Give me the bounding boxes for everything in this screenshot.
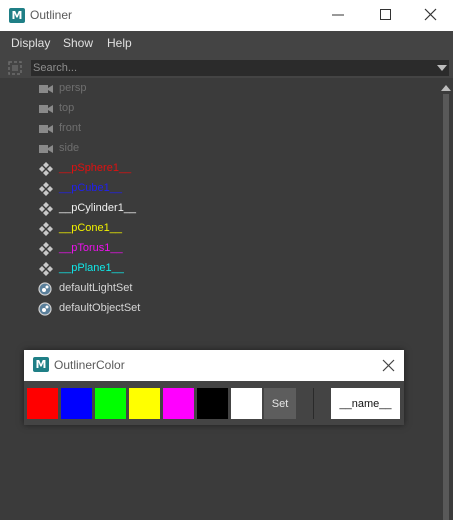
search-dropdown-button[interactable]	[435, 60, 449, 76]
color-swatch-button[interactable]	[95, 388, 126, 419]
transform-icon	[38, 262, 54, 276]
tree-item[interactable]: __pCylinder1__	[0, 199, 438, 219]
color-swatch-button[interactable]	[129, 388, 160, 419]
tree-item-label: top	[59, 102, 75, 114]
maya-logo-icon: M	[9, 8, 25, 23]
set-button[interactable]: Set	[264, 388, 296, 419]
filter-icon[interactable]	[8, 61, 22, 75]
tree-item[interactable]: __pCube1__	[0, 179, 438, 199]
color-swatch-button[interactable]	[231, 388, 262, 419]
tree-item[interactable]: defaultLightSet	[0, 279, 438, 299]
maximize-icon	[380, 9, 391, 20]
tree-item[interactable]: defaultObjectSet	[0, 299, 438, 319]
camera-icon	[38, 122, 54, 136]
window-title: Outliner	[30, 8, 73, 22]
separator	[313, 388, 314, 419]
tree-item-label: __pSphere1__	[59, 162, 132, 174]
transform-icon	[38, 242, 54, 256]
tree-item[interactable]: __pCone1__	[0, 219, 438, 239]
tree-item-label: persp	[59, 82, 87, 94]
minimize-icon	[332, 14, 344, 16]
tree-item[interactable]: __pPlane1__	[0, 259, 438, 279]
outliner-color-title: OutlinerColor	[54, 358, 125, 372]
maximize-button[interactable]	[363, 0, 409, 31]
name-button[interactable]: __name__	[331, 388, 400, 419]
menu-help[interactable]: Help	[107, 36, 132, 50]
transform-icon	[38, 182, 54, 196]
tree-item-label: __pTorus1__	[59, 242, 123, 254]
camera-icon	[38, 82, 54, 96]
color-swatch-button[interactable]	[27, 388, 58, 419]
tree-item[interactable]: __pSphere1__	[0, 159, 438, 179]
tree-item[interactable]: side	[0, 139, 438, 159]
tree-item-label: defaultLightSet	[59, 282, 133, 294]
tree-item[interactable]: persp	[0, 79, 438, 99]
close-button[interactable]	[408, 0, 453, 31]
search-input[interactable]	[31, 60, 435, 76]
scrollbar-thumb[interactable]	[443, 94, 449, 520]
tree-item-label: __pCone1__	[59, 222, 123, 234]
transform-icon	[38, 162, 54, 176]
color-swatch-button[interactable]	[197, 388, 228, 419]
transform-icon	[38, 222, 54, 236]
tree-item-label: defaultObjectSet	[59, 302, 141, 314]
maya-logo-icon: M	[33, 357, 49, 372]
tree-item-label: __pPlane1__	[59, 262, 124, 274]
transform-icon	[38, 202, 54, 216]
tree-item-label: __pCube1__	[59, 182, 123, 194]
tree-item-label: side	[59, 142, 80, 154]
camera-icon	[38, 142, 54, 156]
outliner-color-close-button[interactable]	[376, 352, 402, 378]
menu-show[interactable]: Show	[63, 36, 93, 50]
menu-display[interactable]: Display	[11, 36, 50, 50]
close-icon	[424, 8, 437, 21]
minimize-button[interactable]	[315, 0, 361, 31]
chevron-down-icon	[437, 65, 447, 71]
camera-icon	[38, 102, 54, 116]
set-icon	[38, 282, 54, 296]
color-swatch-button[interactable]	[61, 388, 92, 419]
tree-item[interactable]: __pTorus1__	[0, 239, 438, 259]
tree-item-label: __pCylinder1__	[59, 202, 137, 214]
tree-item[interactable]: front	[0, 119, 438, 139]
tree-item-label: front	[59, 122, 82, 134]
color-swatch-button[interactable]	[163, 388, 194, 419]
set-icon	[38, 302, 54, 316]
tree-item[interactable]: top	[0, 99, 438, 119]
close-icon	[382, 359, 395, 372]
